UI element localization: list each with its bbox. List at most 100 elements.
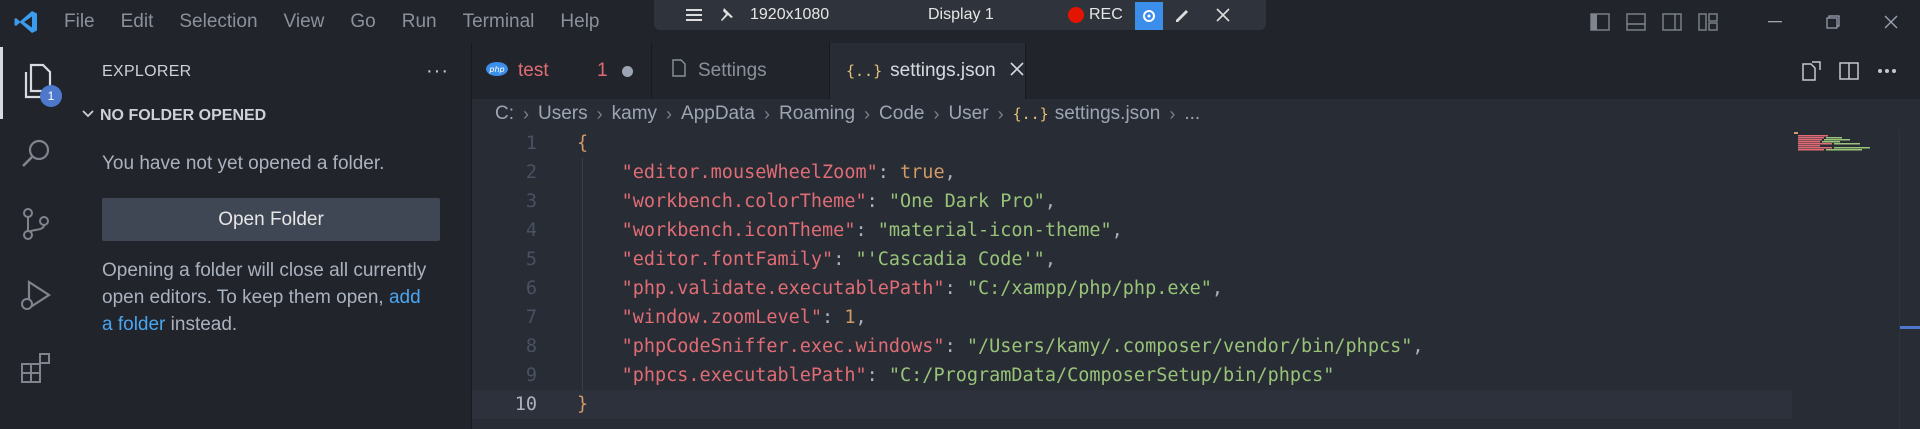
line-content: "window.zoomLevel": 1, (577, 303, 867, 332)
menu-help[interactable]: Help (547, 0, 612, 43)
add-folder-link-2[interactable]: a folder (102, 314, 165, 335)
breadcrumb-symbol[interactable]: ... (1184, 103, 1200, 125)
setting-value: "One Dark Pro" (888, 191, 1045, 212)
explorer-badge: 1 (40, 85, 62, 107)
chevron-right-icon: › (523, 103, 529, 124)
pencil-icon[interactable] (1174, 0, 1192, 30)
close-recorder-icon[interactable] (1216, 0, 1230, 30)
breadcrumb-user[interactable]: User (948, 103, 988, 125)
menu-selection[interactable]: Selection (166, 0, 270, 43)
open-folder-button[interactable]: Open Folder (102, 198, 440, 241)
chevron-right-icon: › (864, 103, 871, 124)
code-line: 6 "php.validate.executablePath": "C:/xam… (472, 274, 1792, 303)
code-editor[interactable]: 1{2 "editor.mouseWheelZoom": true, 3 "wor… (472, 129, 1920, 429)
breadcrumb-appdata[interactable]: AppData (681, 103, 755, 125)
recorder-display[interactable]: Display 1 (928, 0, 994, 30)
editor-tabs: php test 1 Settings {..} settings.json (472, 43, 1920, 99)
code-line: 9 "phpcs.executablePath": "C:/ProgramDat… (472, 361, 1792, 390)
close-window-icon[interactable] (1862, 0, 1920, 43)
screen-recorder-toolbar: 1920x1080 Display 1 REC (654, 0, 1266, 30)
more-actions-icon[interactable]: ··· (426, 60, 449, 83)
setting-value: "/Users/kamy/.composer/vendor/bin/phpcs" (966, 336, 1413, 357)
comma: , (1211, 278, 1224, 299)
record-label: REC (1089, 6, 1123, 23)
activity-search[interactable] (0, 119, 72, 191)
activity-bar: 1 (0, 43, 72, 429)
close-tab-icon[interactable] (1010, 60, 1024, 82)
pin-icon[interactable] (718, 0, 734, 30)
php-icon: php (486, 60, 508, 82)
line-content: } (577, 390, 588, 419)
recorder-settings-button[interactable] (1135, 1, 1163, 31)
breadcrumb-kamy[interactable]: kamy (612, 103, 657, 125)
colon: : (822, 307, 845, 328)
setting-key: "php.validate.executablePath" (621, 278, 945, 299)
title-bar: File Edit Selection View Go Run Terminal… (0, 0, 1920, 43)
line-number: 5 (525, 249, 537, 270)
run-debug-icon (19, 278, 53, 317)
unsaved-dot-icon[interactable] (622, 65, 633, 77)
colon: : (866, 191, 889, 212)
record-button[interactable]: REC (1068, 0, 1123, 30)
extensions-icon (19, 350, 53, 389)
restore-icon[interactable] (1804, 0, 1862, 43)
comma: , (1044, 191, 1056, 212)
tab-test[interactable]: php test 1 (472, 43, 652, 99)
hamburger-menu-icon[interactable] (686, 0, 702, 30)
menu-go[interactable]: Go (337, 0, 388, 43)
tab-settings[interactable]: Settings (652, 43, 830, 99)
setting-key: "window.zoomLevel" (621, 307, 823, 328)
more-editor-actions-icon[interactable] (1868, 43, 1906, 99)
setting-key: "editor.fontFamily" (621, 249, 834, 270)
code-line: 8 "phpCodeSniffer.exec.windows": "/Users… (472, 332, 1792, 361)
toggle-secondary-sidebar-icon[interactable] (1654, 0, 1690, 43)
colon: : (855, 220, 878, 241)
setting-key: "phpCodeSniffer.exec.windows" (621, 336, 945, 357)
line-content: "phpcs.executablePath": "C:/ProgramData/… (577, 361, 1335, 390)
minimap[interactable] (1792, 132, 1872, 152)
tab-settings-json[interactable]: {..} settings.json (830, 43, 1026, 99)
info-text-a: open editors. To keep them open, (102, 287, 384, 308)
comma: , (944, 162, 956, 183)
line-number: 1 (525, 133, 537, 154)
breadcrumb-roaming[interactable]: Roaming (779, 103, 855, 125)
comma: , (1412, 336, 1424, 357)
breadcrumb-code[interactable]: Code (879, 103, 924, 125)
customize-layout-icon[interactable] (1690, 0, 1726, 43)
activity-extensions[interactable] (0, 333, 72, 405)
code-line: 7 "window.zoomLevel": 1, (472, 303, 1792, 332)
line-content: "php.validate.executablePath": "C:/xampp… (577, 274, 1223, 303)
breadcrumb-file[interactable]: settings.json (1055, 103, 1161, 125)
open-settings-json-icon[interactable] (1792, 43, 1830, 99)
line-number: 8 (525, 336, 537, 357)
menu-view[interactable]: View (271, 0, 338, 43)
activity-source-control[interactable] (0, 190, 72, 262)
toggle-primary-sidebar-icon[interactable] (1582, 0, 1618, 43)
no-folder-message: You have not yet opened a folder. (102, 153, 385, 174)
line-number: 4 (525, 220, 537, 241)
toggle-panel-icon[interactable] (1618, 0, 1654, 43)
activity-explorer[interactable]: 1 (0, 47, 72, 119)
editor-actions (1792, 43, 1920, 99)
colon: : (877, 162, 901, 183)
menu-terminal[interactable]: Terminal (450, 0, 548, 43)
info-line-2: open editors. To keep them open, add (102, 284, 426, 311)
tab-label-settings: Settings (698, 60, 767, 81)
setting-value: "C:/xampp/php/php.exe" (966, 278, 1212, 299)
menu-file[interactable]: File (52, 0, 108, 43)
line-number: 9 (525, 365, 537, 386)
activity-run-debug[interactable] (0, 261, 72, 333)
comma: , (855, 307, 867, 328)
menu-edit[interactable]: Edit (108, 0, 167, 43)
setting-value: true (900, 162, 945, 183)
tab-problem-count: 1 (597, 60, 608, 81)
add-folder-link[interactable]: add (389, 287, 421, 308)
no-folder-section-header[interactable]: NO FOLDER OPENED (72, 101, 472, 131)
breadcrumb-users[interactable]: Users (538, 103, 588, 125)
minimize-icon[interactable] (1746, 0, 1804, 43)
tab-label-test: test (518, 60, 549, 81)
menu-bar: File Edit Selection View Go Run Terminal… (52, 0, 613, 43)
split-editor-icon[interactable] (1830, 43, 1868, 99)
breadcrumb-drive[interactable]: C: (495, 103, 514, 125)
menu-run[interactable]: Run (389, 0, 450, 43)
